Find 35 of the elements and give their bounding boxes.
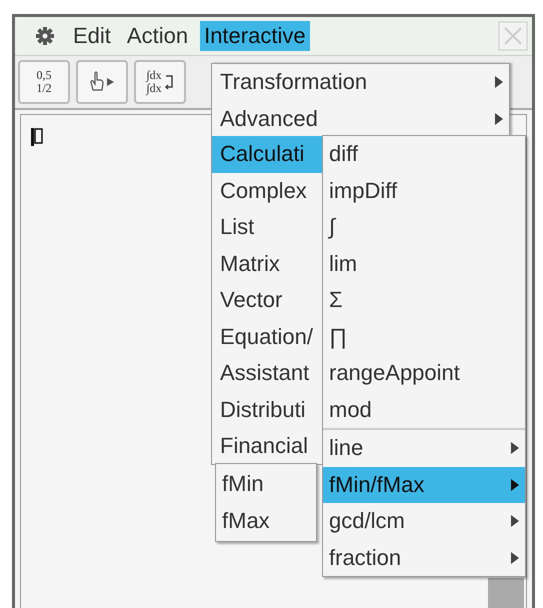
- menu-item[interactable]: Action: [122, 21, 192, 51]
- return-arrow-icon: [164, 74, 174, 90]
- menu-item[interactable]: gcd/lcm: [323, 503, 525, 540]
- menu-item[interactable]: Assistant: [212, 355, 323, 392]
- settings-icon[interactable]: [35, 26, 55, 46]
- menu-item[interactable]: Equation/: [212, 318, 323, 355]
- convert-button[interactable]: 0,5 1/2: [18, 60, 70, 104]
- menu-item[interactable]: Σ: [323, 282, 525, 318]
- menu-item[interactable]: Advanced: [212, 100, 509, 137]
- integral-button[interactable]: ∫dx ∫dx: [134, 60, 186, 104]
- menu-item[interactable]: List: [212, 209, 323, 246]
- scroll-thumb[interactable]: [488, 578, 524, 608]
- menu-item[interactable]: fMin: [216, 466, 316, 502]
- menu-item[interactable]: Complex: [212, 172, 323, 209]
- menu-item[interactable]: fMax: [216, 502, 316, 539]
- menu-item[interactable]: fMin/fMax: [323, 466, 525, 503]
- menu-item[interactable]: ∫: [323, 209, 525, 246]
- menu-item[interactable]: Edit: [69, 21, 115, 51]
- menu-item[interactable]: line: [323, 430, 525, 466]
- menu-item[interactable]: Financial: [212, 428, 323, 464]
- menu-item[interactable]: diff: [323, 136, 525, 172]
- menu-item[interactable]: Vector: [212, 282, 323, 318]
- menu-item[interactable]: Matrix: [212, 246, 323, 282]
- menu-item[interactable]: Transformation: [212, 64, 509, 100]
- menu-item[interactable]: mod: [323, 392, 525, 428]
- cursor-icon: [31, 127, 43, 147]
- hand-button[interactable]: [76, 60, 128, 104]
- menu-item[interactable]: Interactive: [200, 21, 310, 51]
- menu-item[interactable]: impDiff: [323, 172, 525, 209]
- menu-item[interactable]: fraction: [323, 540, 525, 576]
- menu-item[interactable]: rangeAppoint: [323, 355, 525, 392]
- menu-item[interactable]: Distributi: [212, 392, 323, 428]
- menu-item[interactable]: ∏: [323, 318, 525, 355]
- menu-item[interactable]: Calculati: [212, 136, 323, 172]
- menu-item[interactable]: lim: [323, 246, 525, 282]
